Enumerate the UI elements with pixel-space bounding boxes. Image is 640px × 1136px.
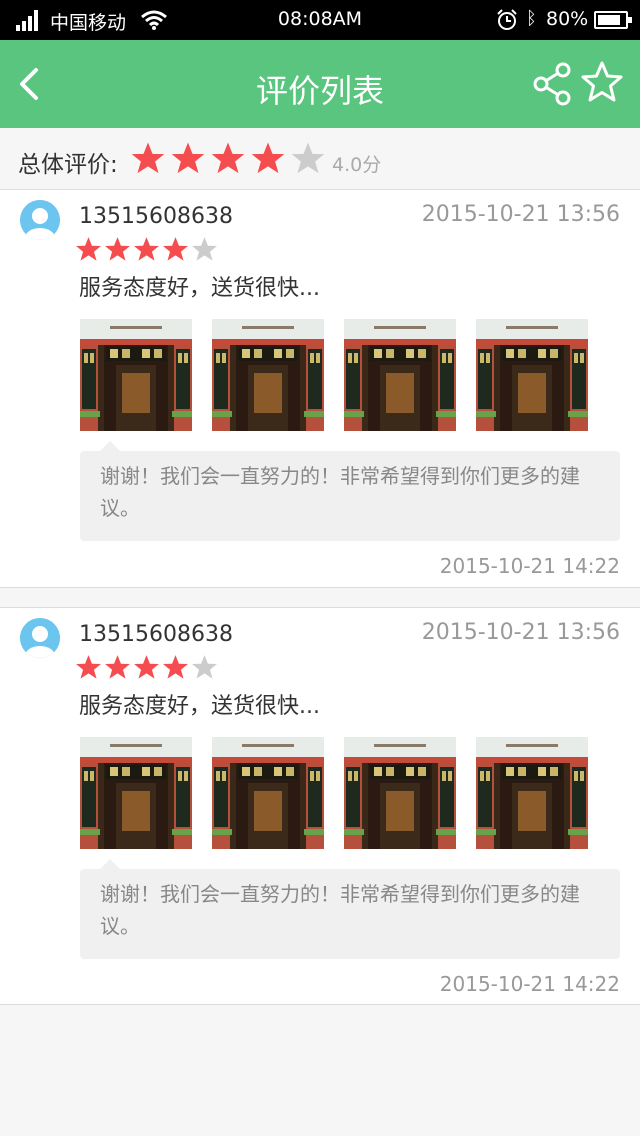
review-time: 2015-10-21 13:56 bbox=[421, 620, 620, 645]
star-filled-icon bbox=[171, 142, 205, 174]
reply-text: 谢谢！我们会一直努力的！非常希望得到你们更多的建议。 bbox=[100, 882, 580, 938]
review-photo[interactable] bbox=[344, 737, 456, 849]
overall-rating-stars bbox=[128, 141, 328, 175]
reply-text: 谢谢！我们会一直努力的！非常希望得到你们更多的建议。 bbox=[100, 464, 580, 520]
review-photo[interactable] bbox=[476, 319, 588, 431]
clock-time: 08:08AM bbox=[277, 8, 363, 30]
review-text: 服务态度好，送货很快... bbox=[79, 276, 320, 301]
reply-time: 2015-10-21 14:22 bbox=[439, 972, 620, 996]
overall-rating-label: 总体评价: bbox=[18, 152, 118, 178]
review-photo[interactable] bbox=[344, 319, 456, 431]
star-filled-icon bbox=[163, 237, 188, 261]
star-filled-icon bbox=[251, 142, 285, 174]
star-filled-icon bbox=[105, 655, 130, 679]
review-photo[interactable] bbox=[476, 737, 588, 849]
merchant-reply: 谢谢！我们会一直努力的！非常希望得到你们更多的建议。 bbox=[80, 441, 620, 541]
battery-percent: 80% bbox=[546, 8, 589, 30]
star-filled-icon bbox=[76, 237, 101, 261]
review-photo[interactable] bbox=[212, 737, 324, 849]
star-filled-icon bbox=[134, 655, 159, 679]
star-filled-icon bbox=[105, 237, 130, 261]
review-photos bbox=[80, 737, 608, 849]
reply-time: 2015-10-21 14:22 bbox=[439, 554, 620, 578]
review-item: 13515608638 2015-10-21 13:56 服务态度好，送货很快.… bbox=[0, 190, 640, 588]
review-rating-stars bbox=[74, 654, 219, 680]
star-filled-icon bbox=[76, 655, 101, 679]
review-photos bbox=[80, 319, 608, 431]
star-filled-icon bbox=[211, 142, 245, 174]
nav-bar: 评价列表 bbox=[0, 40, 640, 128]
star-filled-icon bbox=[163, 655, 188, 679]
reviewer-name: 13515608638 bbox=[79, 622, 233, 647]
star-empty-icon bbox=[291, 142, 325, 174]
alarm-icon bbox=[497, 9, 517, 30]
review-photo[interactable] bbox=[80, 737, 192, 849]
avatar[interactable] bbox=[20, 200, 60, 240]
merchant-reply: 谢谢！我们会一直努力的！非常希望得到你们更多的建议。 bbox=[80, 859, 620, 959]
status-bar: 中国移动 08:08AM ᛒ 80% bbox=[0, 0, 640, 40]
star-outline-icon[interactable] bbox=[578, 58, 626, 106]
avatar[interactable] bbox=[20, 618, 60, 658]
review-photo[interactable] bbox=[212, 319, 324, 431]
review-time: 2015-10-21 13:56 bbox=[421, 202, 620, 227]
share-icon[interactable] bbox=[530, 60, 574, 108]
star-filled-icon bbox=[134, 237, 159, 261]
battery-icon bbox=[594, 11, 632, 29]
star-empty-icon bbox=[192, 237, 217, 261]
review-text: 服务态度好，送货很快... bbox=[79, 694, 320, 719]
bluetooth-icon: ᛒ bbox=[526, 8, 537, 29]
review-photo[interactable] bbox=[80, 319, 192, 431]
review-rating-stars bbox=[74, 236, 219, 262]
star-filled-icon bbox=[131, 142, 165, 174]
reviewer-name: 13515608638 bbox=[79, 204, 233, 229]
star-empty-icon bbox=[192, 655, 217, 679]
overall-score: 4.0分 bbox=[332, 154, 382, 176]
overall-rating-bar: 总体评价: 4.0分 bbox=[0, 128, 640, 190]
review-item: 13515608638 2015-10-21 13:56 服务态度好，送货很快.… bbox=[0, 607, 640, 1005]
